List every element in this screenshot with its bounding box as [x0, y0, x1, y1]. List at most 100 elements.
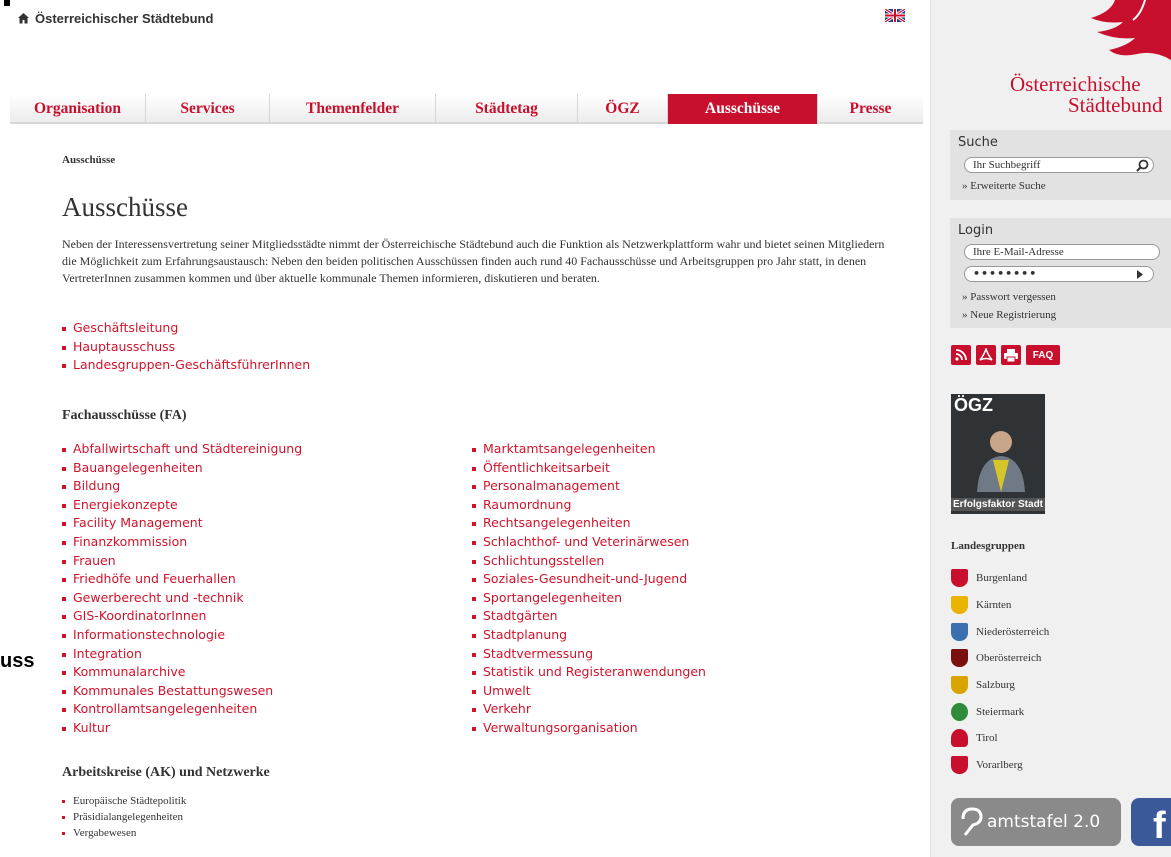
landesgruppen-list: Burgenland Kärnten Niederösterreich Ober… — [951, 565, 1049, 779]
faq-button[interactable]: FAQ — [1026, 345, 1060, 365]
list-item[interactable]: Stadtplanung — [472, 626, 706, 645]
list-item[interactable]: Geschäftsleitung — [62, 319, 310, 338]
landesgruppe-label: Burgenland — [976, 572, 1028, 585]
list-item[interactable]: Kommunalarchive — [62, 663, 302, 682]
list-item[interactable]: Bildung — [62, 477, 302, 496]
print-icon[interactable] — [1001, 345, 1021, 365]
nav-presse[interactable]: Presse — [818, 94, 923, 124]
email-field[interactable]: Ihre E-Mail-Adresse — [964, 244, 1160, 260]
forgot-password-link[interactable]: Passwort vergessen — [962, 291, 1056, 303]
fa-heading: Fachausschüsse (FA) — [62, 408, 187, 423]
page-title: Ausschüsse — [62, 192, 188, 222]
list-item[interactable]: Statistik und Registeranwendungen — [472, 663, 706, 682]
advanced-search-link[interactable]: Erweiterte Suche — [962, 180, 1045, 192]
landesgruppe-label: Oberösterreich — [976, 652, 1042, 665]
list-item[interactable]: Marktamtsangelegenheiten — [472, 440, 706, 459]
landesgruppe-niederoesterreich[interactable]: Niederösterreich — [951, 618, 1049, 645]
nav-staedtetag[interactable]: Städtetag — [436, 94, 578, 124]
facebook-icon[interactable]: f — [1131, 798, 1171, 847]
landesgruppe-vorarlberg[interactable]: Vorarlberg — [951, 752, 1049, 779]
vorarlberg-crest-icon — [951, 756, 968, 775]
list-item[interactable]: Informationstechnologie — [62, 626, 302, 645]
nav-organisation[interactable]: Organisation — [10, 94, 146, 124]
nav-ausschuesse[interactable]: Ausschüsse — [668, 94, 818, 124]
rss-icon[interactable] — [951, 345, 971, 365]
burgenland-crest-icon — [951, 569, 968, 588]
list-item[interactable]: Friedhöfe und Feuerhallen — [62, 570, 302, 589]
nav-oegz[interactable]: ÖGZ — [578, 94, 668, 124]
landesgruppe-oberoesterreich[interactable]: Oberösterreich — [951, 645, 1049, 672]
landesgruppe-label: Tirol — [976, 732, 998, 745]
list-item[interactable]: Umwelt — [472, 682, 706, 701]
list-item[interactable]: Sportangelegenheiten — [472, 589, 706, 608]
magazine-caption: Erfolgsfaktor Stadt — [951, 498, 1045, 511]
list-item[interactable]: Gewerberecht und -technik — [62, 589, 302, 608]
amtstafel-banner[interactable]: amtstafel 2.0 — [951, 798, 1121, 846]
list-item[interactable]: Personalmanagement — [472, 477, 706, 496]
landesgruppe-label: Niederösterreich — [976, 625, 1050, 638]
list-item[interactable]: Bauangelegenheiten — [62, 459, 302, 478]
list-item[interactable]: Hauptausschuss — [62, 338, 310, 357]
site-name: Österreichischer Städtebund — [35, 11, 214, 26]
landesgruppe-tirol[interactable]: Tirol — [951, 725, 1049, 752]
list-item[interactable]: Stadtgärten — [472, 607, 706, 626]
list-item[interactable]: Kultur — [62, 719, 302, 738]
kaernten-crest-icon — [951, 596, 968, 615]
breadcrumb[interactable]: Ausschüsse — [62, 154, 115, 166]
magazine-photo — [977, 431, 1025, 492]
list-item[interactable]: Landesgruppen-GeschäftsführerInnen — [62, 356, 310, 375]
main-committee-list: Geschäftsleitung Hauptausschuss Landesgr… — [62, 319, 310, 375]
landesgruppe-kaernten[interactable]: Kärnten — [951, 592, 1049, 619]
list-item[interactable]: Schlachthof- und Veterinärwesen — [472, 533, 706, 552]
list-item[interactable]: Öffentlichkeitsarbeit — [472, 459, 706, 478]
pdf-icon[interactable] — [976, 345, 996, 365]
landesgruppe-label: Vorarlberg — [976, 759, 1023, 772]
logo-text[interactable]: Österreichische Städtebund — [1010, 74, 1171, 116]
search-icon[interactable] — [1136, 159, 1149, 172]
landesgruppe-label: Salzburg — [976, 679, 1015, 692]
list-item[interactable]: Vergabewesen — [62, 825, 186, 841]
uk-flag-icon[interactable] — [885, 9, 905, 22]
list-item[interactable]: Rechtsangelegenheiten — [472, 514, 706, 533]
landesgruppe-steiermark[interactable]: Steiermark — [951, 698, 1049, 725]
edge-fragment-text: uss — [0, 650, 35, 672]
logo-line-1: Österreichische — [1010, 72, 1141, 96]
nav-themenfelder[interactable]: Themenfelder — [270, 94, 436, 124]
list-item[interactable]: Präsidialangelegenheiten — [62, 809, 186, 825]
list-item[interactable]: Soziales-Gesundheit-und-Jugend — [472, 570, 706, 589]
oberoesterreich-crest-icon — [951, 649, 968, 668]
nav-services[interactable]: Services — [146, 94, 270, 124]
list-item[interactable]: Stadtvermessung — [472, 645, 706, 664]
ak-list: Europäische Städtepolitik Präsidialangel… — [62, 793, 186, 841]
login-arrow-icon[interactable] — [1136, 270, 1144, 279]
list-item[interactable]: Integration — [62, 645, 302, 664]
landesgruppe-burgenland[interactable]: Burgenland — [951, 565, 1049, 592]
amtstafel-logo-icon — [961, 807, 983, 836]
list-item[interactable]: Europäische Städtepolitik — [62, 793, 186, 809]
list-item[interactable]: Verkehr — [472, 700, 706, 719]
list-item[interactable]: Schlichtungsstellen — [472, 552, 706, 571]
home-icon — [18, 13, 29, 24]
salzburg-crest-icon — [951, 676, 968, 695]
landesgruppe-label: Kärnten — [976, 599, 1012, 612]
register-link[interactable]: Neue Registrierung — [962, 309, 1056, 321]
ak-heading: Arbeitskreise (AK) und Netzwerke — [62, 765, 270, 780]
list-item[interactable]: Frauen — [62, 552, 302, 571]
list-item[interactable]: Finanzkommission — [62, 533, 302, 552]
tirol-eagle-icon — [951, 729, 968, 748]
list-item[interactable]: Verwaltungsorganisation — [472, 719, 706, 738]
password-field[interactable]: •••••••• — [964, 266, 1154, 282]
landesgruppe-salzburg[interactable]: Salzburg — [951, 672, 1049, 699]
list-item[interactable]: Energiekonzepte — [62, 496, 302, 515]
list-item[interactable]: Kontrollamtsangelegenheiten — [62, 700, 302, 719]
home-link[interactable]: Österreichischer Städtebund — [18, 11, 213, 26]
magazine-cover[interactable]: ÖGZ Erfolgsfaktor Stadt — [951, 394, 1045, 514]
list-item[interactable]: GIS-KoordinatorInnen — [62, 607, 302, 626]
search-input[interactable]: Ihr Suchbegriff — [964, 157, 1154, 173]
intro-text: Neben der Interessensvertretung seiner M… — [62, 237, 885, 285]
list-item[interactable]: Kommunales Bestattungswesen — [62, 682, 302, 701]
list-item[interactable]: Raumordnung — [472, 496, 706, 515]
list-item[interactable]: Abfallwirtschaft und Städtereinigung — [62, 440, 302, 459]
eagle-logo-icon[interactable] — [1075, 0, 1171, 68]
list-item[interactable]: Facility Management — [62, 514, 302, 533]
